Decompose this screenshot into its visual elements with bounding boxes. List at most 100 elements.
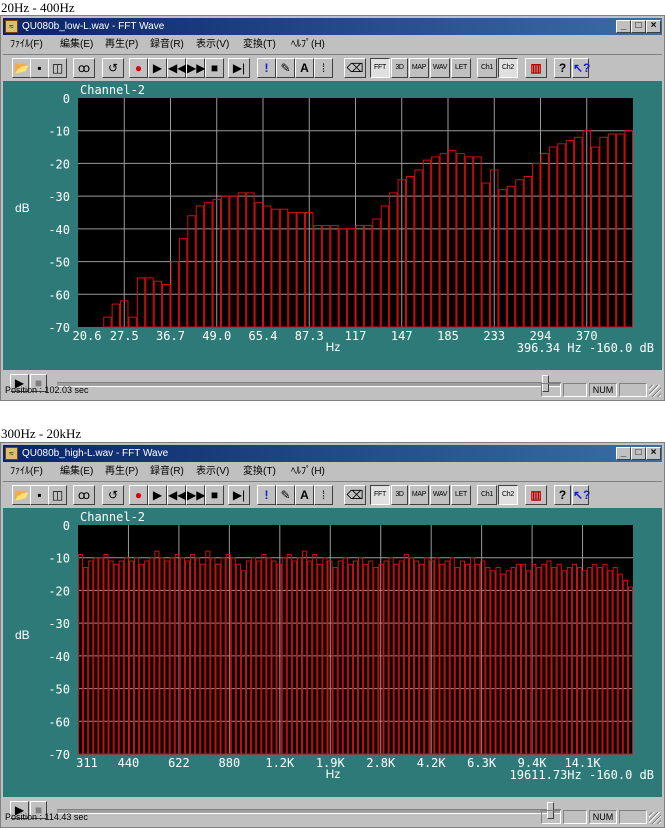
loop-button[interactable]: ↺ — [102, 485, 124, 505]
marker-button[interactable]: ! — [257, 485, 276, 505]
mode-3d-button[interactable]: 3D — [391, 58, 408, 78]
menu-item[interactable]: 変換(T) — [243, 463, 276, 480]
mode-let-button[interactable]: LET — [451, 485, 471, 505]
eraser-button[interactable]: ⌫ — [344, 485, 366, 505]
title-bar[interactable]: ≈ QU080b_high-L.wav - FFT Wave _ □ × — [3, 445, 662, 462]
maximize-button[interactable]: □ — [631, 20, 646, 33]
menu-item[interactable]: ﾌｧｲﾙ(F) — [10, 36, 43, 53]
app-icon[interactable]: ≈ — [5, 447, 18, 460]
mode-wav-button[interactable]: WAV — [430, 58, 450, 78]
channel-ch2-button[interactable]: Ch2 — [498, 485, 518, 505]
maximize-button[interactable]: □ — [631, 447, 646, 460]
menu-item[interactable]: ﾌｧｲﾙ(F) — [10, 463, 43, 480]
channel-ch2-button[interactable]: Ch2 — [498, 58, 518, 78]
menu-item[interactable]: 編集(E) — [60, 463, 93, 480]
mode-map-button[interactable]: MAP — [409, 58, 429, 78]
layout-button[interactable]: ▥ — [525, 58, 547, 78]
mode-map-button[interactable]: MAP — [409, 485, 429, 505]
pencil-button[interactable]: ✎ — [276, 58, 295, 78]
mode-fft-button[interactable]: FFT — [370, 58, 390, 78]
app-icon[interactable]: ≈ — [5, 20, 18, 33]
record-button[interactable]: ● — [129, 58, 148, 78]
x-tick-label: 440 — [118, 756, 140, 770]
record-button[interactable]: ● — [129, 485, 148, 505]
mode-3d-button[interactable]: 3D — [391, 485, 408, 505]
glasses-button[interactable]: ꝏ — [73, 58, 95, 78]
marker-button[interactable]: ! — [257, 58, 276, 78]
menu-item[interactable]: ﾍﾙﾌﾟ(H) — [291, 463, 325, 480]
save-icon: ▪ — [37, 61, 42, 75]
loop-button[interactable]: ↺ — [102, 58, 124, 78]
context-help-button[interactable]: ↖? — [572, 485, 590, 505]
menu-item[interactable]: 録音(R) — [150, 463, 184, 480]
stop-button[interactable]: ■ — [205, 58, 224, 78]
rewind-icon: ◀◀ — [168, 488, 187, 502]
end-icon: ▶| — [232, 61, 246, 75]
grid-button[interactable]: ⁞ — [314, 58, 333, 78]
help-button[interactable]: ? — [554, 58, 571, 78]
loop-icon: ↺ — [107, 61, 119, 75]
preview-icon: ◫ — [51, 488, 64, 502]
end-button[interactable]: ▶| — [228, 58, 250, 78]
forward-button[interactable]: ▶▶ — [186, 58, 205, 78]
pencil-button[interactable]: ✎ — [276, 485, 295, 505]
open-folder-icon: 📂 — [14, 488, 29, 502]
menu-item[interactable]: 編集(E) — [60, 36, 93, 53]
menu-item[interactable]: 再生(P) — [105, 36, 138, 53]
mode-fft-button[interactable]: FFT — [370, 485, 390, 505]
menu-item[interactable]: 表示(V) — [196, 463, 229, 480]
eraser-button[interactable]: ⌫ — [344, 58, 366, 78]
text-a-button[interactable]: A — [295, 485, 314, 505]
rewind-button[interactable]: ◀◀ — [167, 58, 186, 78]
mode-wav-button[interactable]: WAV — [430, 485, 450, 505]
layout-button[interactable]: ▥ — [525, 485, 547, 505]
marker-icon: ! — [264, 61, 269, 75]
layout-icon: ▥ — [530, 488, 542, 502]
open-folder-button[interactable]: 📂 — [12, 485, 31, 505]
menu-item[interactable]: 変換(T) — [243, 36, 276, 53]
preview-button[interactable]: ◫ — [48, 485, 67, 505]
title-bar[interactable]: ≈ QU080b_low-L.wav - FFT Wave _ □ × — [3, 18, 662, 35]
grid-button[interactable]: ⁞ — [314, 485, 333, 505]
save-button[interactable]: ▪ — [30, 485, 49, 505]
text-a-button[interactable]: A — [295, 58, 314, 78]
resize-grip-icon[interactable] — [649, 385, 661, 397]
menu-item[interactable]: 録音(R) — [150, 36, 184, 53]
help-icon: ? — [558, 488, 567, 502]
minimize-button[interactable]: _ — [616, 20, 631, 33]
stop-button[interactable]: ■ — [205, 485, 224, 505]
fft-plot[interactable]: 0 -10 -20 -30 -40 -50 -60 -70 20.6 27.5 36.7 49.0 65… — [3, 81, 662, 370]
rewind-button[interactable]: ◀◀ — [167, 485, 186, 505]
menu-item[interactable]: 表示(V) — [196, 36, 229, 53]
x-tick-label: 147 — [391, 329, 413, 343]
minimize-button[interactable]: _ — [616, 447, 631, 460]
menu-bar: ﾌｧｲﾙ(F) 編集(E) 再生(P) 録音(R) 表示(V) 変換(T) ﾍﾙﾌﾟ(H) — [3, 463, 662, 480]
end-button[interactable]: ▶| — [228, 485, 250, 505]
y-axis-label: dB — [15, 628, 30, 642]
close-button[interactable]: × — [646, 447, 661, 460]
close-button[interactable]: × — [646, 20, 661, 33]
channel-ch1-button[interactable]: Ch1 — [477, 58, 497, 78]
open-folder-icon: 📂 — [14, 61, 29, 75]
window-caption: 20Hz - 400Hz — [1, 0, 75, 15]
menu-item[interactable]: ﾍﾙﾌﾟ(H) — [291, 36, 325, 53]
eraser-icon: ⌫ — [346, 488, 364, 502]
status-bar: Position : 114.43 sec NUM — [3, 809, 662, 825]
fft-plot[interactable]: 0 -10 -20 -30 -40 -50 -60 -70 311 440 622 880 1.2K 1.… — [3, 508, 662, 797]
glasses-button[interactable]: ꝏ — [73, 485, 95, 505]
save-button[interactable]: ▪ — [30, 58, 49, 78]
forward-button[interactable]: ▶▶ — [186, 485, 205, 505]
mode-let-button[interactable]: LET — [451, 58, 471, 78]
play-button[interactable]: ▶ — [148, 58, 167, 78]
open-folder-button[interactable]: 📂 — [12, 58, 31, 78]
preview-button[interactable]: ◫ — [48, 58, 67, 78]
fft-window-high: ≈ QU080b_high-L.wav - FFT Wave _ □ × ﾌｧｲﾙ(F) 編… — [0, 442, 665, 828]
resize-grip-icon[interactable] — [649, 812, 661, 824]
play-button[interactable]: ▶ — [148, 485, 167, 505]
forward-icon: ▶▶ — [187, 61, 206, 75]
help-button[interactable]: ? — [554, 485, 571, 505]
channel-ch1-button[interactable]: Ch1 — [477, 485, 497, 505]
menu-item[interactable]: 再生(P) — [105, 463, 138, 480]
stop-icon: ■ — [210, 61, 219, 75]
context-help-button[interactable]: ↖? — [572, 58, 590, 78]
